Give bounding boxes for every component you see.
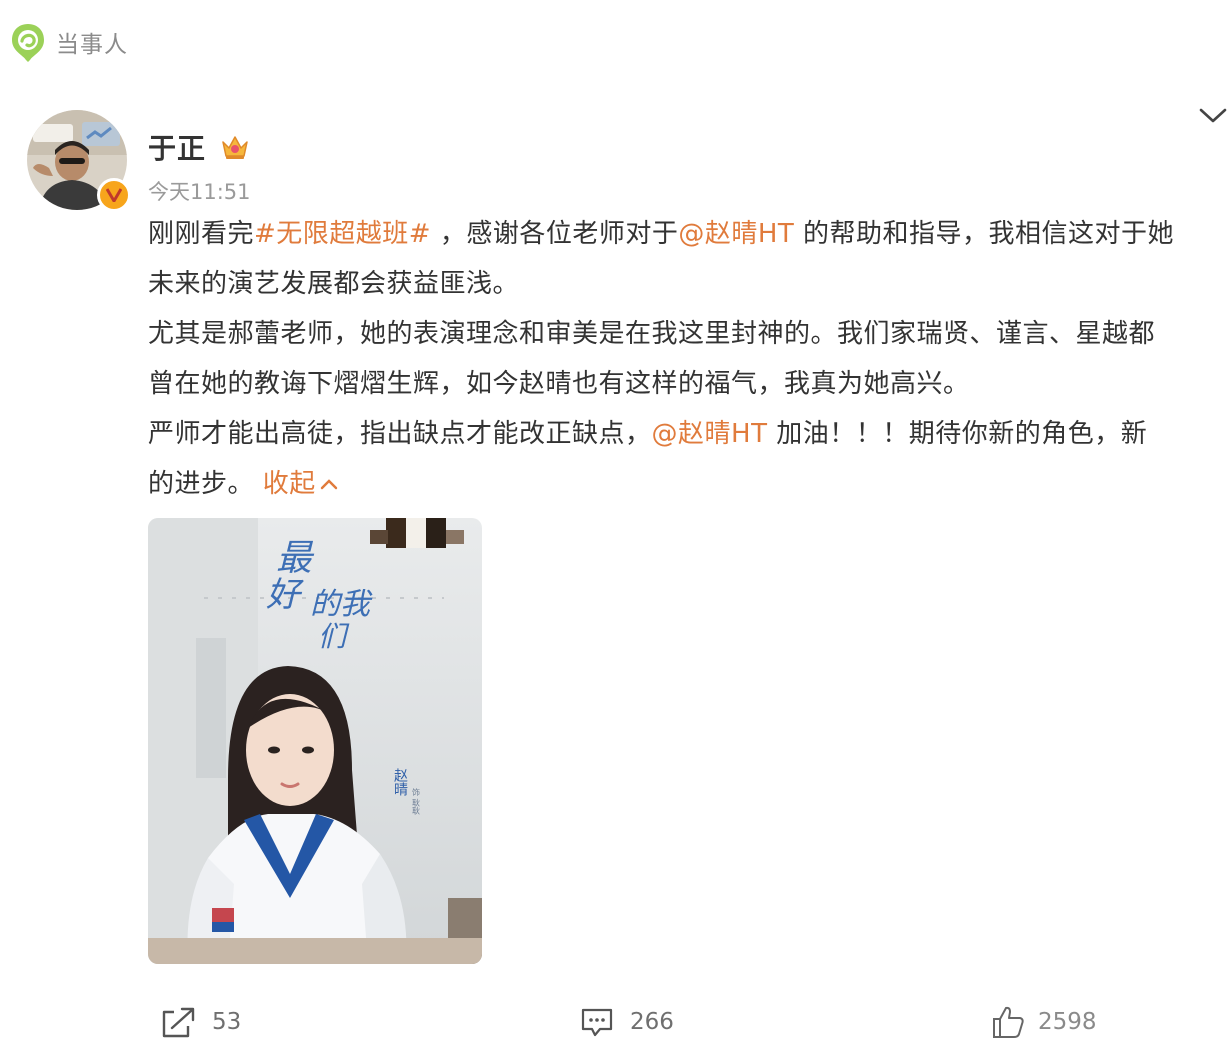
action-bar: 53 266 2598 bbox=[0, 1000, 1228, 1050]
svg-text:们: 们 bbox=[318, 620, 350, 653]
comment-button[interactable]: 266 bbox=[580, 1000, 674, 1044]
post-timestamp[interactable]: 今天11:51 bbox=[148, 176, 251, 206]
post-text: 的帮助和指导，我相信这对于她 bbox=[794, 219, 1175, 249]
topic-pin-icon bbox=[12, 24, 44, 62]
post-text: 严师才能出高徒，指出缺点才能改正缺点， bbox=[148, 419, 652, 449]
weibo-post-page: 当事人 于正 今天11:51 刚刚看完#无限超越班# ，感谢各位老师对于@赵晴H… bbox=[0, 0, 1228, 1058]
post-image[interactable]: 最 好 的我 们 赵晴 饰 耿耿 bbox=[148, 518, 482, 964]
share-icon bbox=[162, 1007, 195, 1038]
verified-v-icon bbox=[97, 178, 131, 212]
mention-link[interactable]: @赵晴HT bbox=[678, 219, 794, 249]
post-text: 尤其是郝蕾老师，她的表演理念和审美是在我这里封神的。我们家瑞贤、谨言、星越都 bbox=[148, 319, 1156, 349]
collapse-button[interactable]: 收起 bbox=[263, 459, 338, 509]
repost-count: 53 bbox=[212, 1009, 242, 1035]
svg-text:的我: 的我 bbox=[310, 587, 373, 622]
post-text: 加油！！！期待你新的角色，新 bbox=[767, 419, 1148, 449]
svg-text:赵晴: 赵晴 bbox=[392, 768, 408, 796]
collapse-label: 收起 bbox=[262, 469, 316, 499]
svg-text:饰 耿耿: 饰 耿耿 bbox=[412, 787, 421, 815]
post-text: 曾在她的教诲下熠熠生辉，如今赵晴也有这样的福气，我真为她高兴。 bbox=[148, 369, 970, 399]
mention-link[interactable]: @赵晴HT bbox=[652, 419, 768, 449]
chevron-up-icon bbox=[320, 479, 337, 490]
like-button[interactable]: 2598 bbox=[990, 1000, 1097, 1044]
topic-label: 当事人 bbox=[56, 32, 128, 58]
thumbs-up-icon bbox=[993, 1006, 1024, 1038]
post-text-line: 曾在她的教诲下熠熠生辉，如今赵晴也有这样的福气，我真为她高兴。 bbox=[148, 359, 1218, 409]
comment-count: 266 bbox=[630, 1009, 674, 1035]
svg-text:最: 最 bbox=[276, 538, 315, 579]
comment-icon bbox=[581, 1008, 613, 1037]
post-text-line: 的进步。 收起 bbox=[148, 459, 1218, 509]
author-name[interactable]: 于正 bbox=[148, 127, 206, 167]
post-text-line: 刚刚看完#无限超越班# ，感谢各位老师对于@赵晴HT 的帮助和指导，我相信这对于… bbox=[148, 209, 1218, 259]
post-text-line: 未来的演艺发展都会获益匪浅。 bbox=[148, 259, 1218, 309]
crown-icon[interactable] bbox=[220, 132, 250, 162]
post-text: 的进步。 bbox=[148, 469, 263, 499]
hashtag-link[interactable]: #无限超越班# bbox=[254, 219, 431, 249]
post-text: ，感谢各位老师对于 bbox=[431, 219, 679, 249]
author-avatar[interactable] bbox=[27, 110, 131, 212]
post-text-line: 尤其是郝蕾老师，她的表演理念和审美是在我这里封神的。我们家瑞贤、谨言、星越都 bbox=[148, 309, 1218, 359]
chevron-down-icon[interactable] bbox=[1198, 104, 1228, 128]
post-content: 刚刚看完#无限超越班# ，感谢各位老师对于@赵晴HT 的帮助和指导，我相信这对于… bbox=[148, 209, 1218, 509]
author-row: 于正 bbox=[148, 127, 250, 167]
svg-text:好: 好 bbox=[266, 575, 304, 615]
repost-button[interactable]: 53 bbox=[160, 1000, 241, 1044]
post-text-line: 严师才能出高徒，指出缺点才能改正缺点，@赵晴HT 加油！！！期待你新的角色，新 bbox=[148, 409, 1218, 459]
post-text: 未来的演艺发展都会获益匪浅。 bbox=[148, 269, 520, 299]
topic-header[interactable]: 当事人 bbox=[10, 22, 128, 62]
like-count: 2598 bbox=[1038, 1009, 1097, 1035]
post-text: 刚刚看完 bbox=[148, 219, 255, 249]
